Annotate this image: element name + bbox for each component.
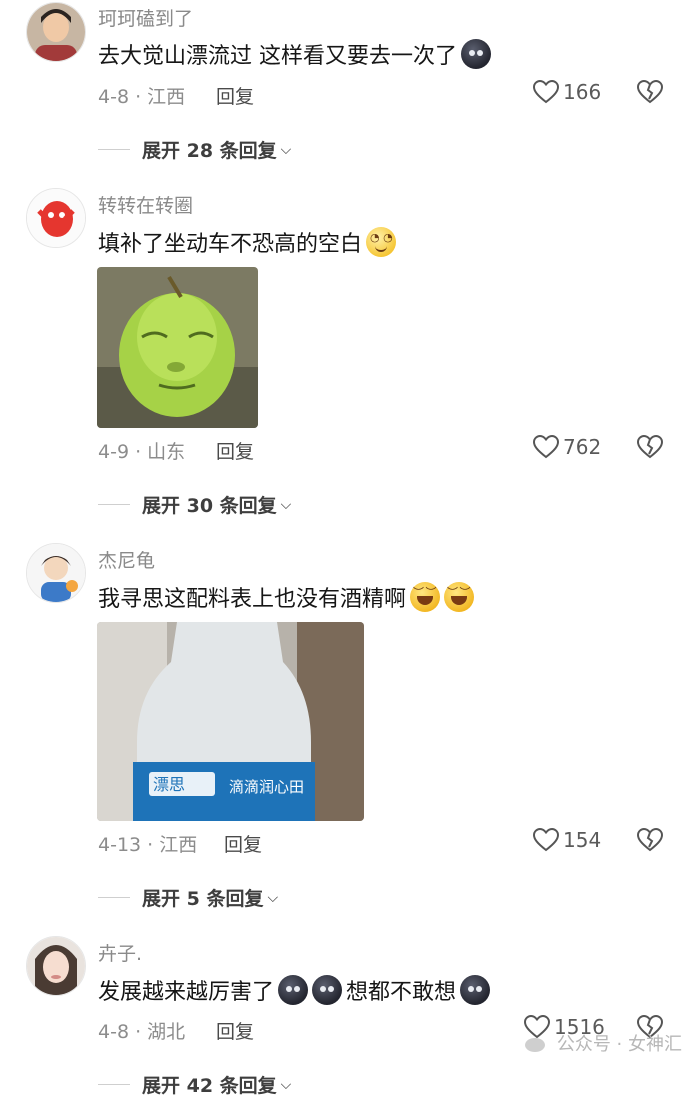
divider <box>98 149 130 150</box>
heart-icon <box>533 435 559 459</box>
heart-icon <box>533 828 559 852</box>
username[interactable]: 珂珂磕到了 <box>98 4 193 31</box>
grin-emoji-icon <box>444 582 475 612</box>
dislike-button[interactable] <box>636 79 664 108</box>
green-pear-face-meme[interactable] <box>97 267 258 428</box>
chevron-down-icon: ⌵ <box>280 496 292 513</box>
comment-text: 去大觉山漂流过 这样看又要去一次了 <box>98 38 491 70</box>
watermark: 公众号 · 女神汇 <box>525 1030 682 1056</box>
wechat-icon <box>525 1038 546 1052</box>
broken-heart-icon <box>636 434 664 459</box>
expand-replies[interactable]: 展开 28 条回复 ⌵ <box>98 136 291 163</box>
like-count: 166 <box>563 80 602 104</box>
reply-button[interactable]: 回复 <box>216 82 254 109</box>
chevron-down-icon: ⌵ <box>280 1076 292 1093</box>
username[interactable]: 杰尼龟 <box>98 546 155 573</box>
date-location: 4-8 · 江西 <box>98 86 186 108</box>
comment-text: 发展越来越厉害了 想都不敢想 <box>98 974 491 1006</box>
dark-moon-icon <box>460 975 491 1005</box>
heart-icon <box>533 80 559 104</box>
reply-button[interactable]: 回复 <box>216 1017 254 1044</box>
water-bottle-photo[interactable]: 漂思 滴滴润心田 <box>97 622 364 821</box>
date-location: 4-13 · 江西 <box>98 834 198 856</box>
dark-moon-icon <box>312 975 343 1005</box>
comment-text: 填补了坐动车不恐高的空白 <box>98 226 397 258</box>
like-button[interactable]: 762 <box>533 435 601 459</box>
avatar[interactable] <box>26 936 86 996</box>
avatar[interactable] <box>26 543 86 603</box>
reply-button[interactable]: 回复 <box>224 830 262 857</box>
avatar[interactable] <box>26 2 86 62</box>
bottle-label: 滴滴润心田 <box>229 778 305 796</box>
avatar[interactable] <box>26 188 86 248</box>
grin-emoji-icon <box>410 582 441 612</box>
dark-moon-icon <box>461 39 491 69</box>
like-button[interactable]: 154 <box>533 828 601 852</box>
like-count: 762 <box>563 435 602 459</box>
smile-emoji-icon <box>366 227 397 257</box>
like-count: 154 <box>563 828 602 852</box>
username[interactable]: 转转在转圈 <box>98 191 193 218</box>
broken-heart-icon <box>636 827 664 852</box>
divider <box>98 1084 130 1085</box>
dislike-button[interactable] <box>636 827 664 856</box>
reply-button[interactable]: 回复 <box>216 437 254 464</box>
username[interactable]: 卉子. <box>98 939 142 966</box>
chevron-down-icon: ⌵ <box>280 141 292 158</box>
broken-heart-icon <box>636 79 664 104</box>
expand-replies[interactable]: 展开 30 条回复 ⌵ <box>98 491 291 518</box>
chevron-down-icon: ⌵ <box>267 889 279 906</box>
like-button[interactable]: 166 <box>533 80 601 104</box>
dark-moon-icon <box>278 975 309 1005</box>
date-location: 4-8 · 湖北 <box>98 1021 186 1043</box>
dislike-button[interactable] <box>636 434 664 463</box>
divider <box>98 504 130 505</box>
date-location: 4-9 · 山东 <box>98 441 186 463</box>
comment-text: 我寻思这配料表上也没有酒精啊 <box>98 581 475 613</box>
divider <box>98 897 130 898</box>
svg-text:漂思: 漂思 <box>153 775 185 794</box>
expand-replies[interactable]: 展开 5 条回复 ⌵ <box>98 884 278 911</box>
